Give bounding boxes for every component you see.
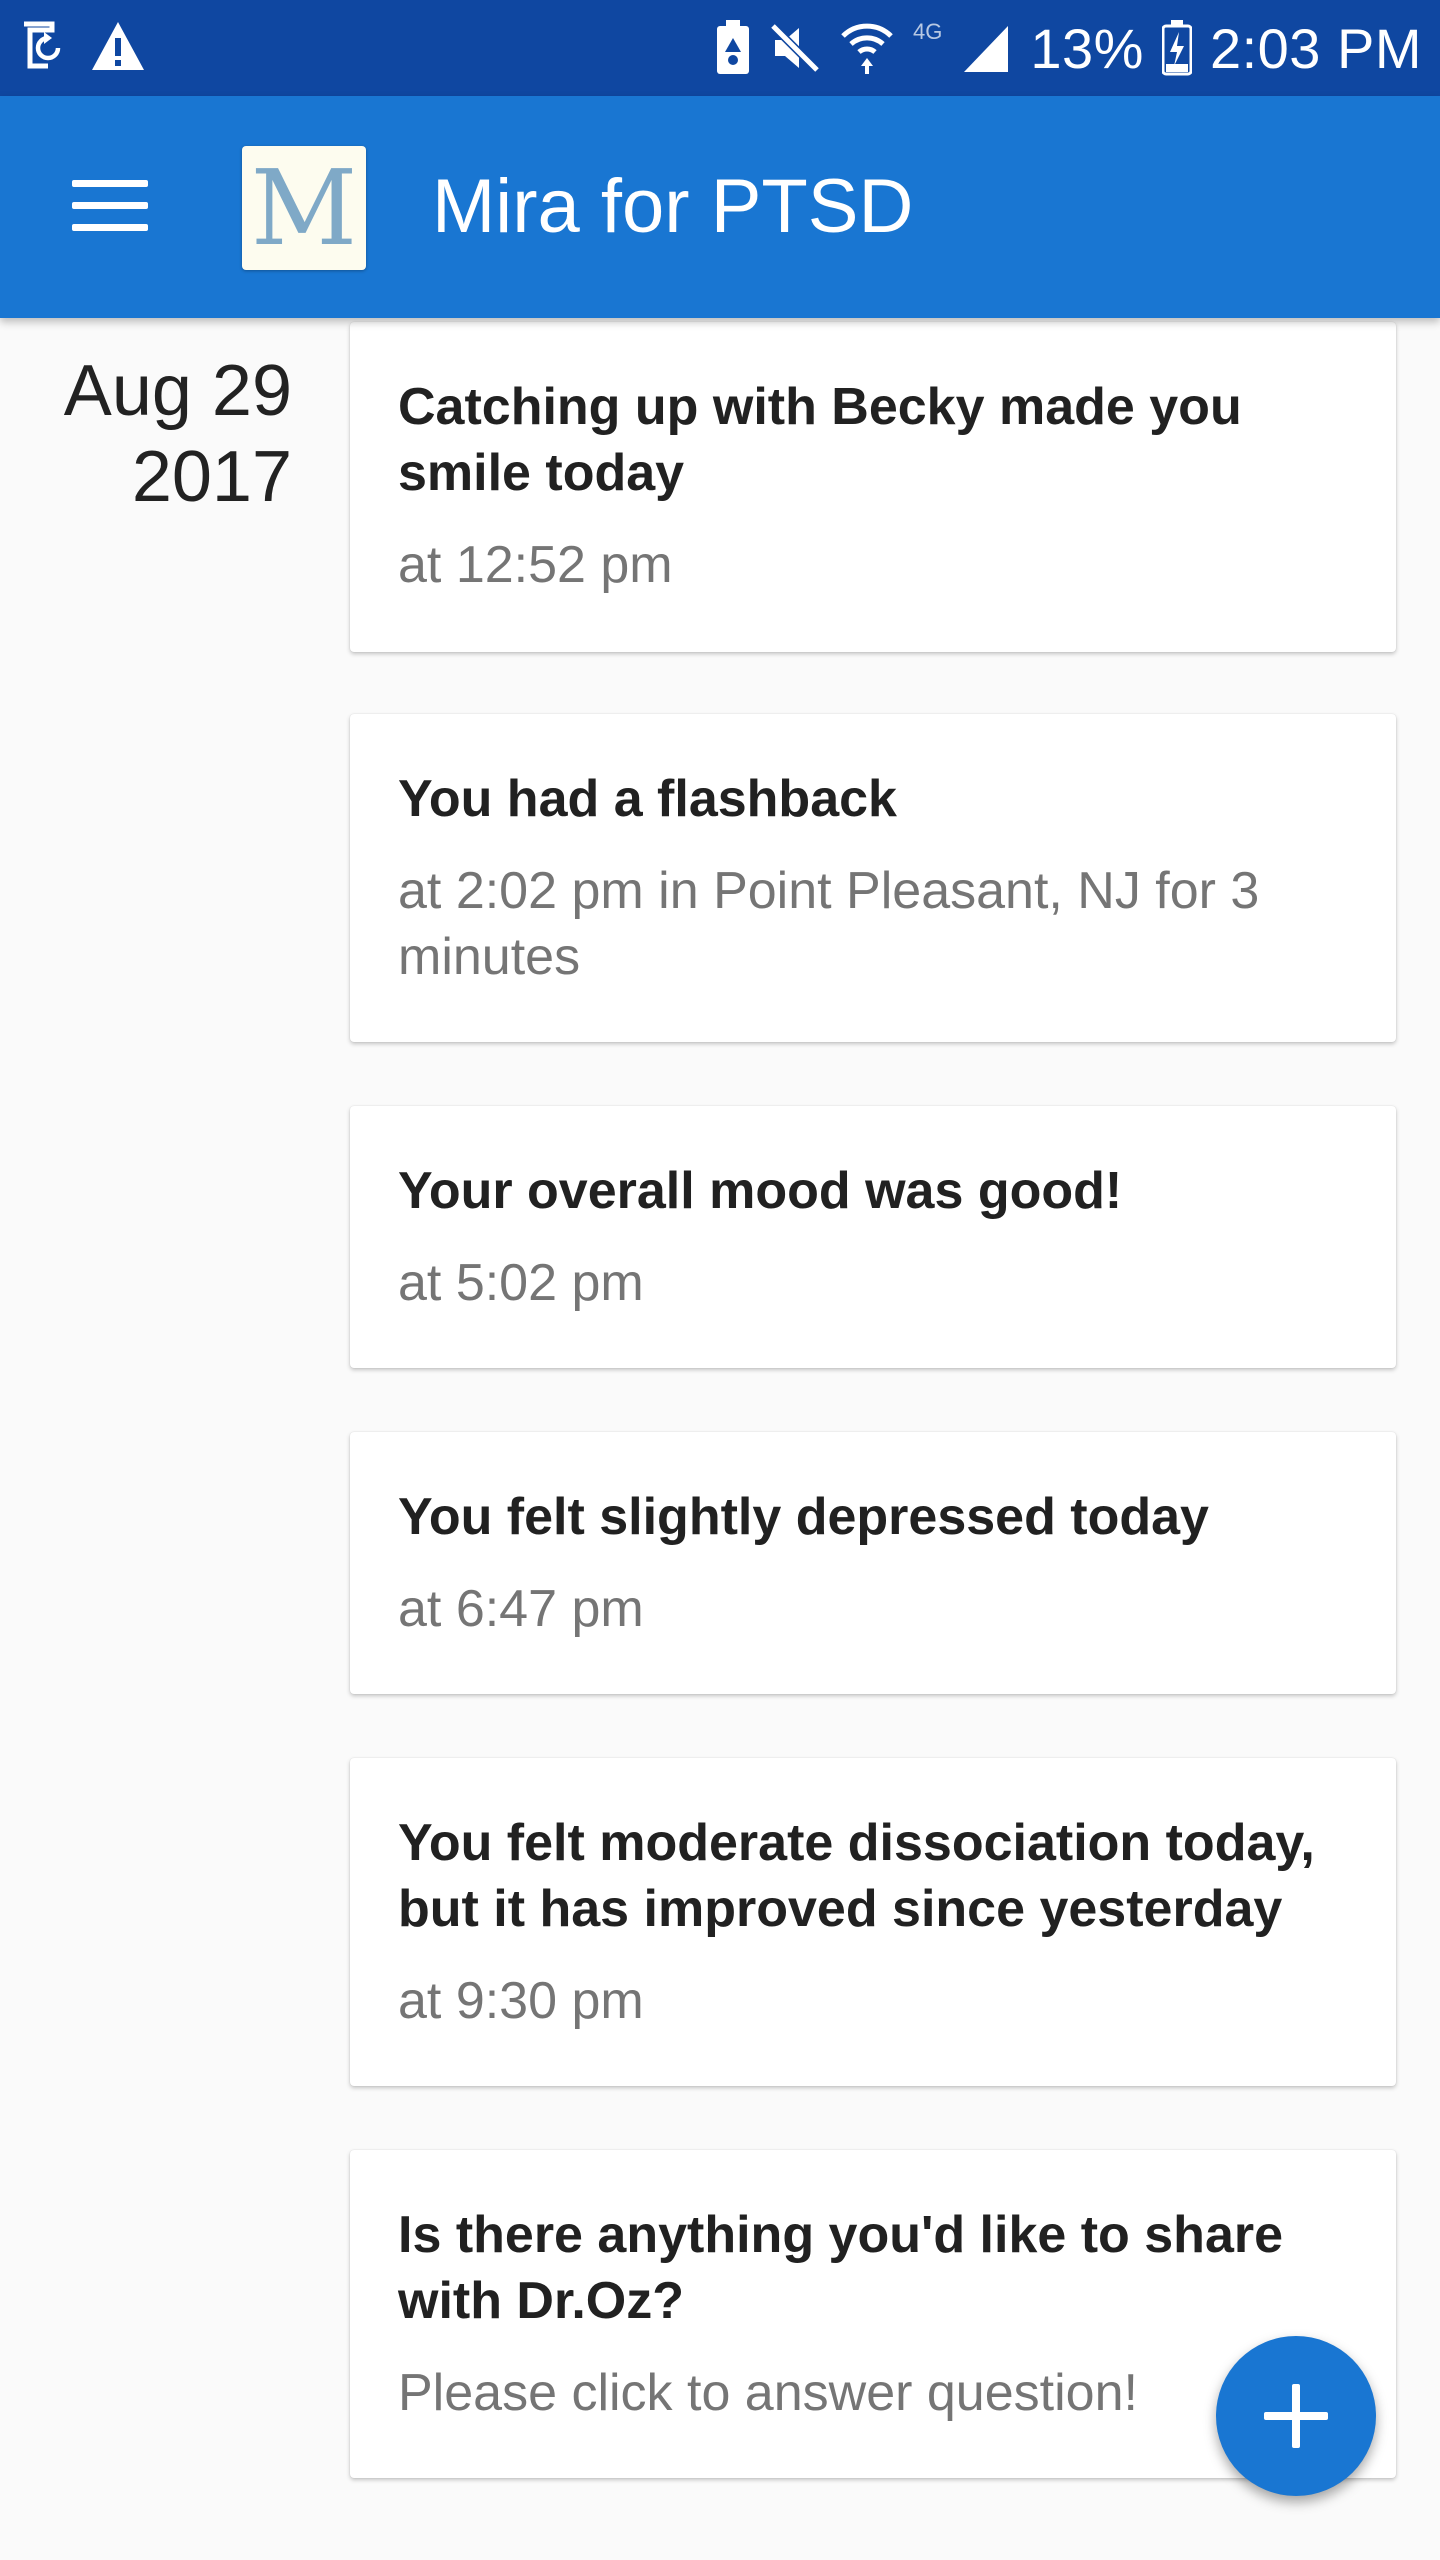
mute-icon	[770, 23, 820, 73]
timeline-card[interactable]: You had a flashback at 2:02 pm in Point …	[350, 714, 1396, 1042]
card-title: You had a flashback	[398, 770, 897, 828]
date-month-day: Aug 29	[63, 351, 292, 431]
card-subtitle: at 9:30 pm	[398, 1972, 644, 2030]
card-subtitle: Please click to answer question!	[398, 2364, 1138, 2422]
battery-percent: 13%	[1030, 16, 1144, 80]
add-entry-button[interactable]	[1216, 2336, 1376, 2496]
signal-icon	[964, 26, 1009, 72]
timeline-date: Aug 29 2017	[64, 348, 292, 520]
app-logo-letter: M	[250, 147, 358, 269]
network-type-label: 4G	[912, 19, 943, 44]
card-title: Your overall mood was good!	[398, 1162, 1123, 1220]
timeline-card[interactable]: Catching up with Becky made you smile to…	[350, 322, 1396, 652]
app-logo: M	[242, 146, 366, 270]
warning-icon	[92, 22, 144, 70]
clock: 2:03 PM	[1209, 16, 1422, 80]
card-title: You felt slightly depressed today	[398, 1488, 1209, 1546]
status-bar: 4G 13% 2:03 PM	[0, 0, 1440, 96]
timeline-card[interactable]: You felt slightly depressed today at 6:4…	[350, 1432, 1396, 1694]
card-subtitle: at 5:02 pm	[398, 1254, 644, 1312]
sync-icon	[24, 21, 61, 69]
battery-saver-icon	[716, 20, 749, 74]
date-year: 2017	[131, 437, 292, 517]
app-title: Mira for PTSD	[432, 164, 914, 249]
card-subtitle: at 12:52 pm	[398, 536, 673, 594]
menu-button[interactable]	[52, 166, 172, 246]
card-title: Catching up with Becky made you smile to…	[398, 378, 1242, 502]
app-bar: M Mira for PTSD	[0, 96, 1440, 318]
timeline-card[interactable]: Your overall mood was good! at 5:02 pm	[350, 1106, 1396, 1368]
battery-charging-icon	[1161, 20, 1192, 76]
timeline-card[interactable]: You felt moderate dissociation today, bu…	[350, 1758, 1396, 2086]
card-subtitle: at 2:02 pm in Point Pleasant, NJ for 3 m…	[398, 862, 1260, 986]
wifi-icon	[841, 23, 893, 74]
card-title: You felt moderate dissociation today, bu…	[398, 1814, 1315, 1938]
card-title: Is there anything you'd like to share wi…	[398, 2206, 1284, 2330]
card-subtitle: at 6:47 pm	[398, 1580, 644, 1638]
